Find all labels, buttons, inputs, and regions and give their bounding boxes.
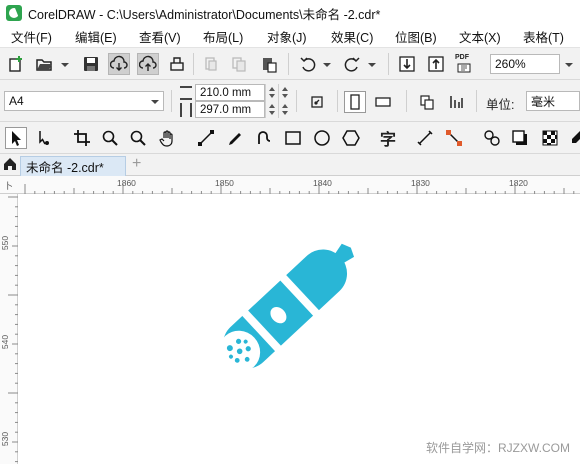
menu-object[interactable]: 对象(J)	[256, 27, 320, 46]
zoom-dropdown-icon[interactable]	[565, 63, 573, 67]
units-label: 单位:	[486, 98, 515, 112]
page-height-value: 297.0 mm	[200, 103, 252, 116]
redo-dropdown-icon[interactable]	[368, 63, 376, 67]
units-value: 毫米	[531, 94, 556, 109]
drawing-canvas[interactable]: 软件自学网：RJZXW.COM	[19, 195, 580, 464]
page-layout-icon[interactable]	[416, 91, 438, 113]
zoom-level-value: 260%	[495, 57, 526, 71]
landscape-icon[interactable]	[372, 91, 394, 113]
page-size-dropdown-icon[interactable]	[151, 100, 159, 104]
parallel-dimension-icon[interactable]	[414, 127, 436, 149]
text-tool-icon[interactable]: 字	[377, 127, 399, 149]
ruler-tick-label: 540	[0, 334, 11, 350]
document-tab[interactable]: 未命名 -2.cdr*	[20, 156, 126, 176]
pan-zoom-icon[interactable]	[127, 127, 149, 149]
watermark: 软件自学网：RJZXW.COM	[426, 441, 570, 455]
menu-bitmaps[interactable]: 位图(B)	[384, 27, 448, 46]
shape-tool-icon[interactable]	[33, 127, 55, 149]
title-bar: CorelDRAW - C:\Users\Administrator\Docum…	[0, 0, 580, 26]
horizontal-ruler[interactable]: 卜 1860 1850 1840 1830 1820	[0, 176, 580, 194]
page-height-spinner[interactable]	[265, 101, 277, 118]
menu-edit[interactable]: 编辑(E)	[64, 27, 128, 46]
menu-view[interactable]: 查看(V)	[128, 27, 192, 46]
polygon-tool-icon[interactable]	[340, 127, 362, 149]
cloud-upload-icon[interactable]	[137, 53, 159, 75]
freehand-tool-icon[interactable]	[195, 127, 217, 149]
coreldraw-logo-icon	[6, 5, 22, 21]
ruler-tick-label: 530	[0, 431, 11, 447]
pick-tool-icon[interactable]	[5, 127, 27, 149]
open-dropdown-icon[interactable]	[61, 63, 69, 67]
print-icon[interactable]	[166, 53, 188, 75]
menu-text[interactable]: 文本(X)	[448, 27, 512, 46]
page-height-input[interactable]: 297.0 mm	[195, 101, 265, 118]
page-height-icon	[180, 103, 192, 117]
sausage-illustration[interactable]	[205, 237, 365, 381]
menu-file[interactable]: 文件(F)	[0, 27, 64, 46]
bezier-pen-icon[interactable]	[253, 127, 275, 149]
horizontal-ruler-ticks	[24, 184, 575, 194]
window-title: CorelDRAW - C:\Users\Administrator\Docum…	[28, 7, 381, 22]
page-size-select[interactable]: A4	[4, 91, 164, 111]
document-tab-label: 未命名 -2.cdr*	[26, 161, 104, 175]
pdf-label: PDF	[455, 54, 469, 61]
text-tool-glyph: 字	[379, 130, 396, 149]
undo-icon[interactable]	[297, 53, 319, 75]
new-document-icon[interactable]	[5, 53, 27, 75]
standard-toolbar: PDF 260%	[0, 48, 580, 80]
copy-icon[interactable]	[228, 53, 250, 75]
ruler-tick-label: 1820	[509, 178, 528, 188]
open-folder-icon[interactable]	[33, 53, 55, 75]
page-width-icon	[180, 86, 192, 100]
page-width-spinner-2[interactable]	[278, 84, 290, 101]
units-select[interactable]: 毫米	[526, 91, 580, 111]
property-bar: A4 210.0 mm 297.0 mm 单位: 毫米	[0, 80, 580, 122]
color-eyedropper-icon[interactable]	[566, 127, 580, 149]
menu-table[interactable]: 表格(T)	[512, 27, 576, 46]
cloud-download-icon[interactable]	[108, 53, 130, 75]
ruler-tick-label: 1840	[313, 178, 332, 188]
ruler-tick-label: 550	[0, 235, 11, 251]
document-tab-bar: 未命名 -2.cdr* +	[0, 154, 580, 176]
menu-bar: 文件(F) 编辑(E) 查看(V) 布局(L) 对象(J) 效果(C) 位图(B…	[0, 26, 580, 48]
transparency-tool-icon[interactable]	[539, 127, 561, 149]
zoom-tool-icon[interactable]	[99, 127, 121, 149]
ruler-tick-label: 1850	[215, 178, 234, 188]
page-size-value: A4	[9, 94, 24, 108]
ruler-corner[interactable]: 卜	[4, 179, 13, 192]
paste-icon[interactable]	[258, 53, 280, 75]
toolbox: 字	[0, 122, 580, 154]
ellipse-tool-icon[interactable]	[311, 127, 333, 149]
page-height-spinner-2[interactable]	[278, 101, 290, 118]
bleed-icon[interactable]	[445, 91, 467, 113]
vertical-ruler[interactable]: 550 540 530	[0, 194, 18, 464]
blend-tool-icon[interactable]	[481, 127, 503, 149]
export-icon[interactable]	[425, 53, 447, 75]
save-icon[interactable]	[80, 53, 102, 75]
portrait-icon[interactable]	[344, 91, 366, 113]
import-icon[interactable]	[396, 53, 418, 75]
ruler-tick-label: 1830	[411, 178, 430, 188]
menu-effects[interactable]: 效果(C)	[320, 27, 384, 46]
drop-shadow-icon[interactable]	[509, 127, 531, 149]
page-width-input[interactable]: 210.0 mm	[195, 84, 265, 101]
page-width-spinner[interactable]	[265, 84, 277, 101]
menu-layout[interactable]: 布局(L)	[192, 27, 256, 46]
new-tab-button[interactable]: +	[132, 155, 141, 173]
cut-icon[interactable]	[200, 53, 222, 75]
pan-tool-icon[interactable]	[157, 127, 179, 149]
all-pages-icon[interactable]	[306, 91, 328, 113]
rectangle-tool-icon[interactable]	[282, 127, 304, 149]
vertical-ruler-ticks	[8, 196, 18, 463]
page-width-value: 210.0 mm	[200, 86, 252, 99]
ruler-tick-label: 1860	[117, 178, 136, 188]
connector-tool-icon[interactable]	[443, 127, 465, 149]
undo-dropdown-icon[interactable]	[323, 63, 331, 67]
zoom-level-input[interactable]: 260%	[490, 54, 560, 74]
artistic-media-icon[interactable]	[224, 127, 246, 149]
home-icon[interactable]	[3, 157, 17, 171]
crop-tool-icon[interactable]	[71, 127, 93, 149]
redo-icon[interactable]	[341, 53, 363, 75]
